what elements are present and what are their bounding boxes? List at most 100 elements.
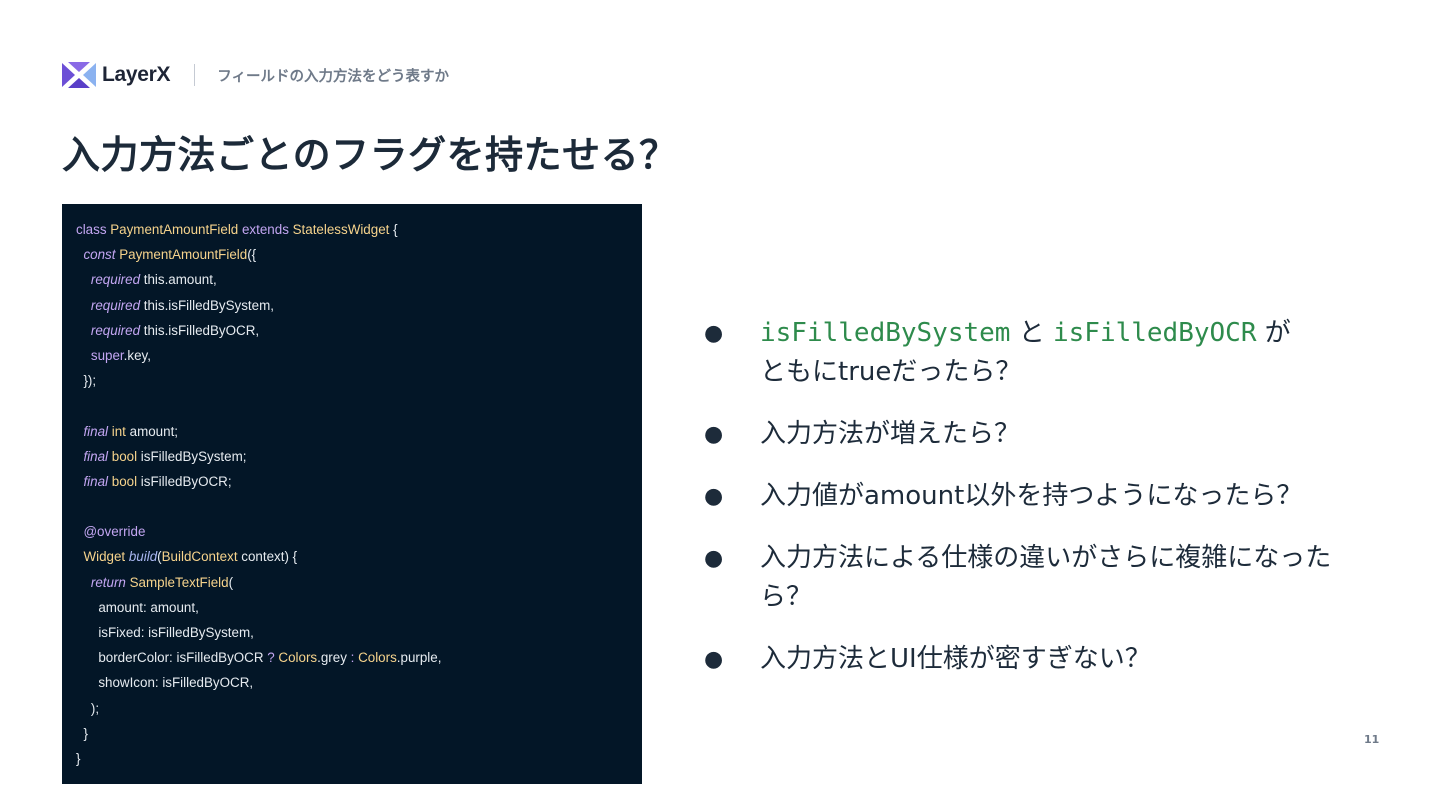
code-token: SampleTextField	[129, 574, 229, 590]
code-line: Widget build(BuildContext context) {	[76, 544, 628, 569]
code-token: required	[90, 272, 144, 288]
code-token: class	[76, 222, 111, 237]
code-token: }	[76, 750, 81, 766]
code-line: amount: amount,	[76, 595, 628, 620]
page-title: 入力方法ごとのフラグを持たせる？	[62, 133, 678, 177]
bullet-item: ● 入力方法が増えたら？	[704, 415, 1394, 454]
code-token: PaymentAmountField	[110, 222, 242, 237]
code-token: {	[393, 222, 398, 237]
code-line: showIcon: isFilledByOCR,	[76, 670, 628, 695]
code-token: this.isFilledByOCR,	[143, 322, 260, 338]
code-line: @override	[76, 519, 628, 544]
layerx-logo-icon	[62, 62, 96, 88]
code-token: );	[76, 700, 100, 716]
code-token: });	[76, 373, 97, 389]
code-token: PaymentAmountField	[119, 247, 248, 263]
bullet-text: 入力方法による仕様の違いがさらに複雑になった	[760, 543, 1332, 573]
code-token: ?	[267, 650, 279, 666]
code-token: Colors	[358, 650, 397, 666]
bullet-item: ● 入力方法による仕様の違いがさらに複雑になった ら？	[704, 539, 1394, 617]
code-line: }	[76, 746, 628, 771]
code-token: (	[228, 574, 234, 590]
bullet-text: と	[1010, 318, 1053, 348]
bullet-dot-icon: ●	[704, 321, 724, 346]
page-number: 11	[1364, 733, 1380, 746]
code-identifier: isFilledByOCR	[1052, 318, 1257, 348]
code-line: required this.amount,	[76, 267, 628, 292]
code-line: final int amount;	[76, 419, 628, 444]
slide-header: LayerX フィールドの入力方法をどう表すか	[62, 60, 449, 90]
code-line: isFixed: isFilledBySystem,	[76, 620, 628, 645]
code-token: .purple,	[396, 650, 442, 666]
code-line: borderColor: isFilledByOCR ? Colors.grey…	[76, 645, 628, 670]
bullet-text: 入力方法が増えたら？	[760, 419, 1021, 449]
code-token: Widget	[83, 549, 129, 565]
bullet-text: 入力方法とUI仕様が密すぎない？	[760, 644, 1151, 674]
code-line: const PaymentAmountField({	[76, 242, 628, 267]
bullet-item: ● 入力方法とUI仕様が密すぎない？	[704, 640, 1394, 679]
code-line: required this.isFilledByOCR,	[76, 318, 628, 343]
code-token: context) {	[241, 549, 298, 565]
code-token: bool	[111, 473, 141, 489]
code-token: return	[90, 574, 130, 590]
code-line: class PaymentAmountField extends Statele…	[76, 217, 628, 242]
bullet-dot-icon: ●	[704, 422, 724, 447]
code-token: amount;	[129, 423, 179, 439]
code-token: amount: amount,	[76, 599, 199, 615]
code-token: BuildContext	[161, 549, 242, 565]
code-line: super.key,	[76, 343, 628, 368]
code-token: showIcon: isFilledByOCR,	[76, 675, 254, 691]
bullet-text: ともにtrueだったら？	[760, 357, 1022, 387]
bullet-text: ら？	[760, 582, 813, 612]
code-token: required	[90, 322, 144, 338]
code-line: final bool isFilledBySystem;	[76, 444, 628, 469]
code-token: this.amount,	[143, 272, 217, 288]
code-token: final	[83, 423, 112, 439]
code-line: required this.isFilledBySystem,	[76, 293, 628, 318]
bullet-list: ● isFilledBySystem と isFilledByOCR がともにtr…	[704, 314, 1394, 702]
code-line: });	[76, 368, 628, 393]
code-token: @override	[83, 524, 146, 540]
code-token: const	[83, 247, 120, 263]
code-token: borderColor: isFilledByOCR	[76, 650, 268, 666]
bullet-dot-icon: ●	[704, 546, 724, 571]
code-token: final	[83, 473, 112, 489]
code-token: .grey	[317, 650, 351, 666]
code-line: }	[76, 721, 628, 746]
code-token: isFixed: isFilledBySystem,	[76, 625, 254, 640]
code-token: final	[83, 448, 112, 464]
bullet-item: ● 入力値がamount以外を持つようになったら？	[704, 477, 1394, 516]
bullet-dot-icon: ●	[704, 647, 724, 672]
code-block: class PaymentAmountField extends Statele…	[62, 204, 642, 784]
code-token: Colors	[278, 650, 318, 666]
code-token: isFilledBySystem;	[140, 448, 247, 464]
code-token: ({	[247, 247, 257, 263]
code-token: StatelessWidget	[292, 222, 394, 237]
code-token: required	[90, 297, 144, 313]
code-token: extends	[241, 222, 293, 237]
code-token: }	[76, 725, 88, 741]
section-name: フィールドの入力方法をどう表すか	[217, 68, 449, 85]
code-token: bool	[111, 448, 141, 464]
code-line: return SampleTextField(	[76, 570, 628, 595]
bullet-text: が	[1256, 318, 1291, 348]
bullet-text: 入力値がamount以外を持つようになったら？	[760, 481, 1303, 511]
code-token: build	[128, 549, 158, 565]
code-token: .key,	[123, 347, 151, 363]
bullet-dot-icon: ●	[704, 484, 724, 509]
code-line: );	[76, 696, 628, 721]
code-line: final bool isFilledByOCR;	[76, 469, 628, 494]
code-identifier: isFilledBySystem	[760, 318, 1011, 348]
logo-text: LayerX	[102, 63, 171, 86]
code-token: this.isFilledBySystem,	[143, 297, 274, 313]
header-divider	[194, 64, 196, 86]
code-token: :	[350, 650, 359, 666]
code-token: int	[111, 423, 130, 439]
